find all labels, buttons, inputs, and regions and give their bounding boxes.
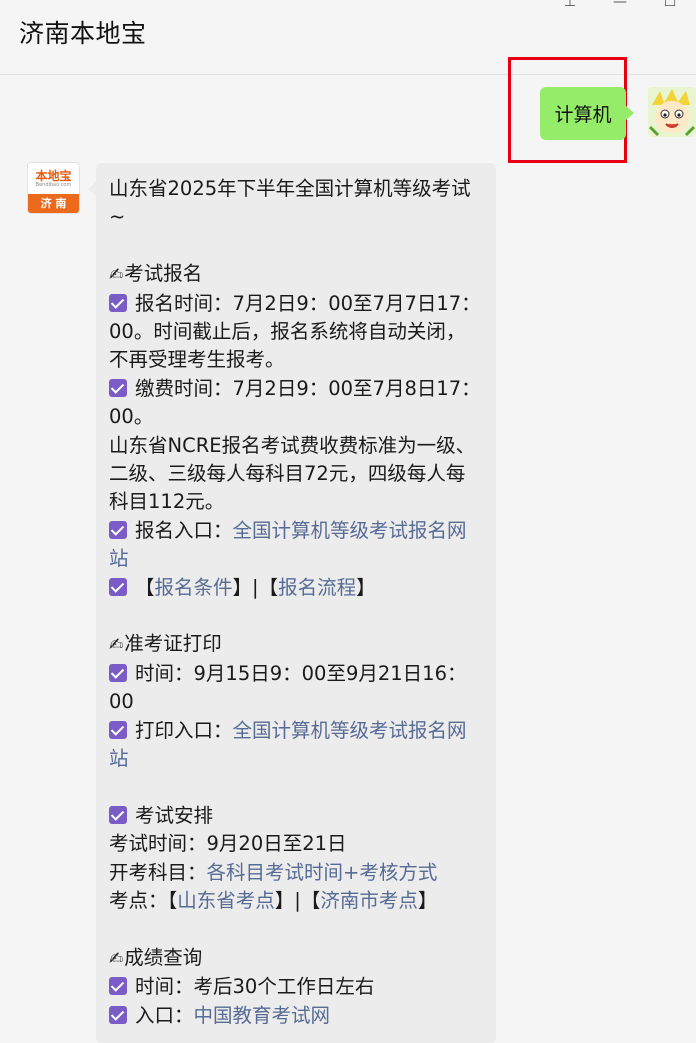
checkbox-icon (109, 520, 127, 539)
reg-time: 报名时间：7月2日9：00至7月7日17：00。时间截止后，报名系统将自动关闭，… (109, 291, 481, 372)
exam-venues: 考点：【山东省考点】|【济南市考点】 (109, 889, 438, 913)
checkbox-icon (109, 663, 127, 682)
exam-time: 考试时间：9月20日至21日 (109, 832, 347, 856)
reg-process-link[interactable]: 报名流程 (278, 576, 356, 599)
writing-hand-icon: ✍ (109, 265, 124, 286)
section-ticket: ✍准考证打印 (109, 632, 222, 656)
pay-time: 缴费时间：7月2日9：00至7月8日17：00。 (109, 376, 481, 429)
checkbox-icon (109, 977, 127, 996)
section-registration: ✍考试报名 (109, 262, 203, 286)
checkbox-icon (109, 378, 127, 397)
minimize-icon[interactable]: — (612, 0, 628, 10)
venue-city-link[interactable]: 济南市考点 (320, 889, 418, 912)
chat-title: 济南本地宝 (19, 19, 147, 48)
score-entry: 入口：中国教育考试网 (109, 1002, 484, 1030)
section-score: ✍成绩查询 (109, 945, 203, 969)
checkbox-icon (109, 293, 127, 312)
reply-intro: 山东省2025年下半年全国计算机等级考试~ (109, 177, 471, 229)
pin-icon[interactable]: ⊥ (562, 0, 578, 10)
reg-entry: 报名入口：全国计算机等级考试报名网站 (109, 518, 467, 571)
bot-reply-bubble: 山东省2025年下半年全国计算机等级考试~ ✍考试报名 报名时间：7月2日9：0… (88, 163, 496, 1043)
fee-text: 山东省NCRE报名考试费收费标准为一级、二级、三级每人每科目72元，四级每人每科… (109, 433, 476, 514)
checkbox-icon (109, 805, 127, 824)
checkbox-icon (109, 720, 127, 739)
ticket-entry: 打印入口：全国计算机等级考试报名网站 (109, 718, 467, 771)
exam-subjects: 开考科目：各科目考试时间+考核方式 (109, 860, 438, 884)
checkbox-icon (109, 577, 127, 596)
ticket-time: 时间：9月15日9：00至9月21日16：00 (109, 661, 467, 714)
writing-hand-icon: ✍ (109, 948, 124, 969)
section-arrangement: 考试安排 (109, 802, 484, 830)
bot-avatar-logo: 本地宝 Bendibao.com (35, 168, 72, 188)
checkbox-icon (109, 1005, 127, 1024)
score-time: 时间：考后30个工作日左右 (109, 973, 484, 1001)
reg-conditions: 【报名条件】|【报名流程】 (109, 574, 484, 602)
writing-hand-icon: ✍ (109, 635, 124, 656)
bot-avatar-city: 济 南 (28, 194, 79, 213)
user-message-bubble[interactable]: 计算机 (540, 87, 634, 140)
user-message-text: 计算机 (554, 104, 612, 126)
maximize-icon[interactable]: ☐ (662, 0, 678, 10)
reg-conditions-link[interactable]: 报名条件 (155, 576, 233, 599)
bot-avatar[interactable]: 本地宝 Bendibao.com 济 南 (28, 163, 79, 213)
user-avatar[interactable] (648, 87, 696, 137)
score-entry-link[interactable]: 中国教育考试网 (194, 1004, 331, 1027)
venue-province-link[interactable]: 山东省考点 (177, 889, 275, 912)
subjects-link[interactable]: 各科目考试时间+考核方式 (207, 861, 438, 884)
